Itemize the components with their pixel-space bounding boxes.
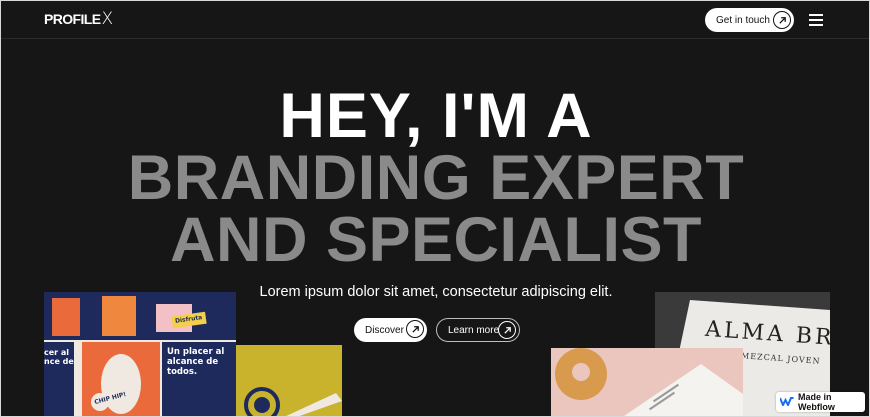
discover-label: Discover bbox=[365, 324, 404, 336]
hero-subtitle: Lorem ipsum dolor sit amet, consectetur … bbox=[259, 284, 613, 300]
hero-headline-line-1: HEY, I'M A bbox=[279, 81, 593, 151]
hero-headline-line-3: AND SPECIALIST bbox=[169, 205, 703, 275]
discover-button[interactable]: Discover bbox=[354, 318, 427, 342]
get-in-touch-label: Get in touch bbox=[716, 14, 770, 26]
gallery-image-posters: Disfruta cer al nce de Un placer al alca… bbox=[44, 292, 236, 416]
arrow-up-right-icon bbox=[773, 11, 791, 29]
logo-text: PROFILE bbox=[44, 11, 101, 27]
brand-logo[interactable]: PROFILE X bbox=[44, 9, 113, 29]
page: PROFILE X Get in touch HEY, I'M A BRANDIN… bbox=[0, 0, 870, 417]
learn-more-button[interactable]: Learn more bbox=[436, 318, 520, 342]
hamburger-menu-icon[interactable] bbox=[809, 14, 823, 26]
learn-more-label: Learn more bbox=[448, 324, 500, 336]
webflow-logo-icon bbox=[779, 396, 794, 408]
gallery-image-yellow bbox=[236, 345, 342, 416]
arrow-up-right-icon bbox=[498, 321, 516, 339]
arrow-up-right-icon bbox=[406, 320, 424, 338]
get-in-touch-button[interactable]: Get in touch bbox=[705, 8, 794, 32]
gallery-image-donut bbox=[551, 348, 743, 416]
poster-text-left: cer al nce de bbox=[44, 348, 74, 367]
top-navbar: PROFILE X Get in touch bbox=[1, 1, 869, 39]
poster-text-main: Un placer al alcance de todos. bbox=[167, 347, 225, 377]
webflow-badge-label: Made in Webflow bbox=[798, 392, 835, 412]
hero-headline-line-2: BRANDING EXPERT bbox=[127, 143, 745, 213]
logo-mark: X bbox=[101, 9, 113, 29]
made-in-webflow-badge[interactable]: Made in Webflow bbox=[776, 392, 865, 412]
